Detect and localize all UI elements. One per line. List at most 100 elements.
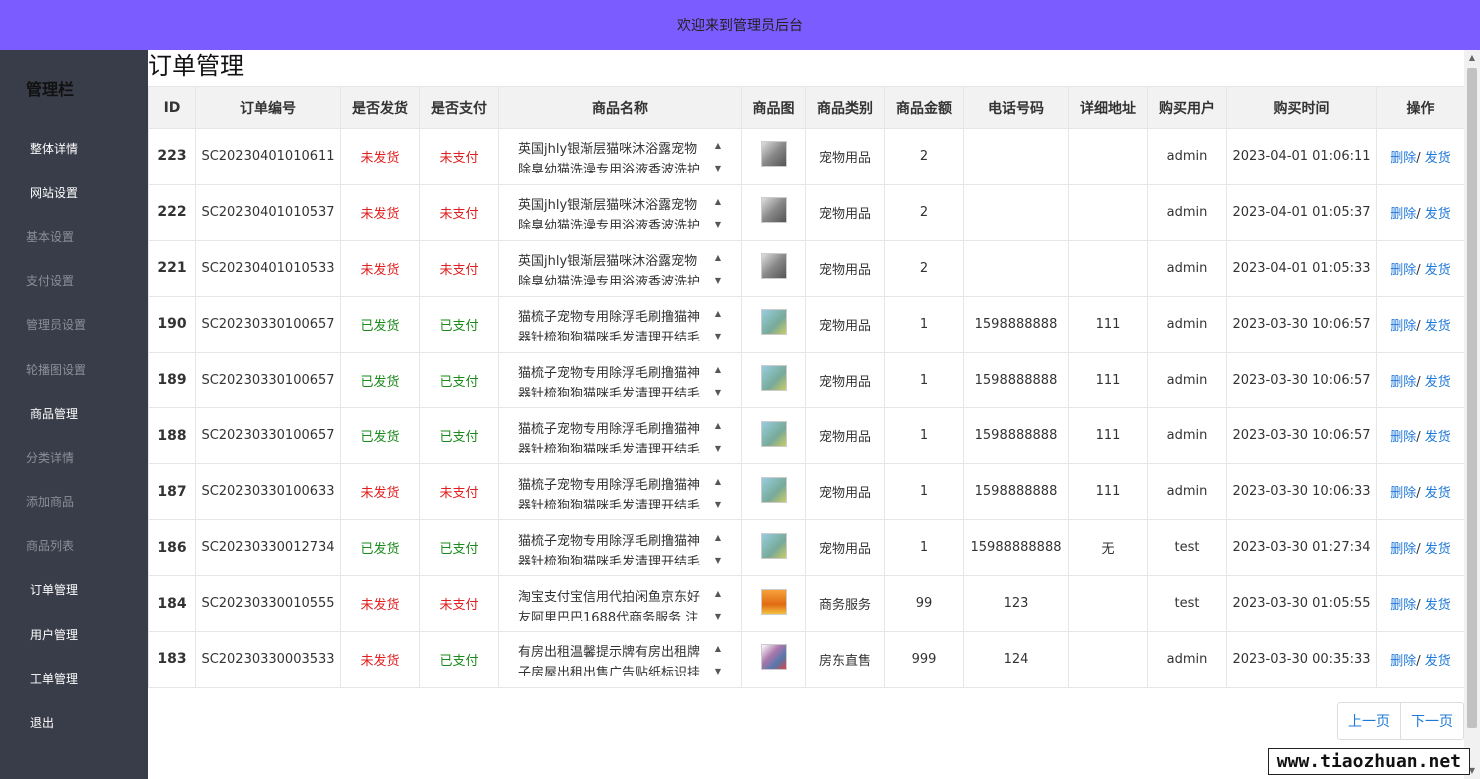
spin-down-icon[interactable]: ▼ <box>715 667 721 676</box>
delete-link[interactable]: 删除 <box>1390 151 1416 166</box>
product-name-text: 淘宝支付宝信用代拍闲鱼京东好友阿里巴巴1688代商务服务 注 <box>518 589 701 621</box>
textarea-spinner[interactable]: ▲ ▼ <box>710 139 726 173</box>
sidebar-item[interactable]: 整体详情 <box>0 126 148 170</box>
delete-link[interactable]: 删除 <box>1390 263 1416 278</box>
delete-link[interactable]: 删除 <box>1390 207 1416 222</box>
delete-link[interactable]: 删除 <box>1390 486 1416 501</box>
sidebar-item[interactable]: 商品列表 <box>0 524 148 568</box>
delete-link[interactable]: 删除 <box>1390 375 1416 390</box>
product-name-textarea[interactable]: 有房出租温馨提示牌有房出租牌子房屋出租出售广告贴纸标识挂 ▲ ▼ <box>514 642 726 676</box>
delete-link[interactable]: 删除 <box>1390 654 1416 669</box>
scroll-up-icon[interactable]: ▲ <box>1464 50 1480 66</box>
scroll-thumb[interactable] <box>1467 68 1477 728</box>
product-name-text: 英国jhly银渐层猫咪沐浴露宠物除臭幼猫洗澡专用浴液香波洗护 <box>518 254 701 286</box>
delete-link[interactable]: 删除 <box>1390 430 1416 445</box>
sidebar-item[interactable]: 支付设置 <box>0 259 148 303</box>
delete-link[interactable]: 删除 <box>1390 542 1416 557</box>
prev-page-button[interactable]: 上一页 <box>1338 703 1400 739</box>
ship-link[interactable]: 发货 <box>1425 207 1451 222</box>
ship-link[interactable]: 发货 <box>1425 375 1451 390</box>
product-name-textarea[interactable]: 猫梳子宠物专用除浮毛刷撸猫神器针梳狗狗猫咪毛发清理开结毛 ▲ ▼ <box>514 307 726 341</box>
cell-id: 223 <box>148 128 196 185</box>
textarea-spinner[interactable]: ▲ ▼ <box>710 307 726 341</box>
sidebar-item[interactable]: 管理员设置 <box>0 303 148 347</box>
textarea-spinner[interactable]: ▲ ▼ <box>710 642 726 676</box>
spin-up-icon[interactable]: ▲ <box>715 197 721 206</box>
textarea-spinner[interactable]: ▲ ▼ <box>710 363 726 397</box>
sidebar-item[interactable]: 添加商品 <box>0 480 148 524</box>
column-header: 商品类别 <box>805 86 885 129</box>
spin-down-icon[interactable]: ▼ <box>715 220 721 229</box>
table-row: 223 SC20230401010611 未发货 未支付 英国jhly银渐层猫咪沐浴露宠… <box>148 128 1464 185</box>
cell-category: 商务服务 <box>805 575 885 633</box>
action-separator: / <box>1416 598 1425 614</box>
sidebar-item[interactable]: 网站设置 <box>0 170 148 214</box>
textarea-spinner[interactable]: ▲ ▼ <box>710 587 726 621</box>
textarea-spinner[interactable]: ▲ ▼ <box>710 419 726 453</box>
textarea-spinner[interactable]: ▲ ▼ <box>710 251 726 285</box>
sidebar-item[interactable]: 基本设置 <box>0 214 148 258</box>
page-scrollbar[interactable]: ▲ ▼ <box>1464 50 1480 779</box>
spin-down-icon[interactable]: ▼ <box>715 276 721 285</box>
sidebar: 管理栏 整体详情 网站设置 基本设置 支付设置 管理员设置 轮播图设置 商品管理 分类详情 添加… <box>0 50 148 779</box>
cell-phone: 123 <box>963 575 1069 633</box>
sidebar-item[interactable]: 工单管理 <box>0 656 148 700</box>
page-title: 订单管理 <box>148 52 244 80</box>
product-name-textarea[interactable]: 英国jhly银渐层猫咪沐浴露宠物除臭幼猫洗澡专用浴液香波洗护 ▲ ▼ <box>514 251 726 285</box>
ship-link[interactable]: 发货 <box>1425 542 1451 557</box>
ship-link[interactable]: 发货 <box>1425 151 1451 166</box>
cell-order-no: SC20230401010533 <box>195 239 341 297</box>
spin-down-icon[interactable]: ▼ <box>715 444 721 453</box>
spin-up-icon[interactable]: ▲ <box>715 533 721 542</box>
textarea-spinner[interactable]: ▲ ▼ <box>710 531 726 565</box>
spin-up-icon[interactable]: ▲ <box>715 365 721 374</box>
cell-paid-status: 已支付 <box>419 519 499 577</box>
spin-down-icon[interactable]: ▼ <box>715 388 721 397</box>
action-separator: / <box>1416 262 1425 278</box>
sidebar-item[interactable]: 订单管理 <box>0 568 148 612</box>
textarea-spinner[interactable]: ▲ ▼ <box>710 475 726 509</box>
sidebar-item[interactable]: 用户管理 <box>0 612 148 656</box>
next-page-button[interactable]: 下一页 <box>1400 703 1463 739</box>
spin-down-icon[interactable]: ▼ <box>715 612 721 621</box>
ship-link[interactable]: 发货 <box>1425 654 1451 669</box>
sidebar-item[interactable]: 商品管理 <box>0 391 148 435</box>
spin-down-icon[interactable]: ▼ <box>715 164 721 173</box>
ship-link[interactable]: 发货 <box>1425 598 1451 613</box>
cell-product-image <box>741 463 806 521</box>
product-thumbnail <box>760 532 787 559</box>
cell-address: 111 <box>1068 351 1148 409</box>
spin-down-icon[interactable]: ▼ <box>715 556 721 565</box>
product-name-textarea[interactable]: 英国jhly银渐层猫咪沐浴露宠物除臭幼猫洗澡专用浴液香波洗护 ▲ ▼ <box>514 195 726 229</box>
spin-up-icon[interactable]: ▲ <box>715 141 721 150</box>
product-name-textarea[interactable]: 猫梳子宠物专用除浮毛刷撸猫神器针梳狗狗猫咪毛发清理开结毛 ▲ ▼ <box>514 419 726 453</box>
product-name-textarea[interactable]: 淘宝支付宝信用代拍闲鱼京东好友阿里巴巴1688代商务服务 注 ▲ ▼ <box>514 587 726 621</box>
column-header: 商品名称 <box>498 86 742 129</box>
spin-up-icon[interactable]: ▲ <box>715 477 721 486</box>
ship-link[interactable]: 发货 <box>1425 263 1451 278</box>
textarea-spinner[interactable]: ▲ ▼ <box>710 195 726 229</box>
delete-link[interactable]: 删除 <box>1390 598 1416 613</box>
spin-up-icon[interactable]: ▲ <box>715 589 721 598</box>
ship-link[interactable]: 发货 <box>1425 486 1451 501</box>
cell-id: 188 <box>148 407 196 465</box>
table-row: 190 SC20230330100657 已发货 已支付 猫梳子宠物专用除浮毛刷撸猫神器… <box>148 295 1464 353</box>
sidebar-item[interactable]: 分类详情 <box>0 435 148 479</box>
cell-product-image <box>741 128 806 185</box>
delete-link[interactable]: 删除 <box>1390 319 1416 334</box>
spin-down-icon[interactable]: ▼ <box>715 332 721 341</box>
spin-up-icon[interactable]: ▲ <box>715 644 721 653</box>
ship-link[interactable]: 发货 <box>1425 430 1451 445</box>
product-name-textarea[interactable]: 猫梳子宠物专用除浮毛刷撸猫神器针梳狗狗猫咪毛发清理开结毛 ▲ ▼ <box>514 475 726 509</box>
sidebar-item[interactable]: 轮播图设置 <box>0 347 148 391</box>
product-thumbnail <box>760 365 787 391</box>
spin-up-icon[interactable]: ▲ <box>715 309 721 318</box>
ship-link[interactable]: 发货 <box>1425 319 1451 334</box>
sidebar-item[interactable]: 退出 <box>0 700 148 744</box>
product-name-textarea[interactable]: 猫梳子宠物专用除浮毛刷撸猫神器针梳狗狗猫咪毛发清理开结毛 ▲ ▼ <box>514 363 726 397</box>
spin-down-icon[interactable]: ▼ <box>715 500 721 509</box>
spin-up-icon[interactable]: ▲ <box>715 253 721 262</box>
product-name-textarea[interactable]: 英国jhly银渐层猫咪沐浴露宠物除臭幼猫洗澡专用浴液香波洗护 ▲ ▼ <box>514 139 726 173</box>
spin-up-icon[interactable]: ▲ <box>715 421 721 430</box>
product-name-textarea[interactable]: 猫梳子宠物专用除浮毛刷撸猫神器针梳狗狗猫咪毛发清理开结毛 ▲ ▼ <box>514 531 726 565</box>
